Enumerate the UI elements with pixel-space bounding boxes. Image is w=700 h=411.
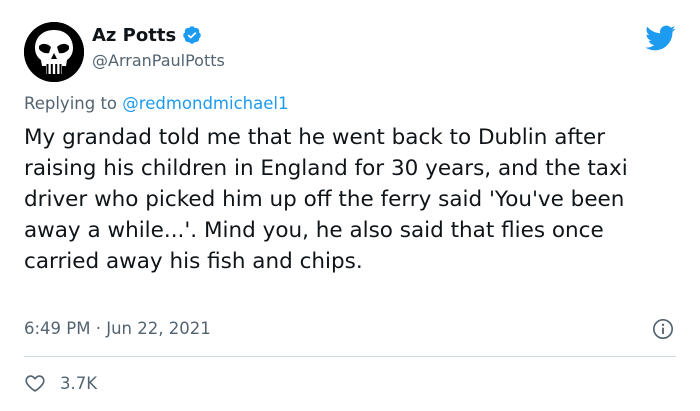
like-button[interactable]: 3.7K xyxy=(24,371,97,395)
replying-to-prefix: Replying to xyxy=(24,94,123,113)
like-count: 3.7K xyxy=(60,373,98,393)
avatar[interactable] xyxy=(24,22,84,82)
tweet-card: Az Potts @ArranPaulPotts Replying to @re… xyxy=(0,0,700,411)
punisher-skull-icon xyxy=(24,22,84,82)
info-icon[interactable] xyxy=(652,318,674,340)
divider xyxy=(24,356,676,357)
reply-mention-link[interactable]: @redmondmichael1 xyxy=(122,94,288,113)
author-name-row[interactable]: Az Potts xyxy=(92,24,202,46)
tweet-text: My grandad told me that he went back to … xyxy=(24,125,628,274)
author-handle[interactable]: @ArranPaulPotts xyxy=(92,51,225,70)
twitter-bird-icon[interactable] xyxy=(644,22,676,54)
replying-to-line: Replying to @redmondmichael1 xyxy=(24,94,288,113)
tweet-timestamp[interactable]: 6:49 PM · Jun 22, 2021 xyxy=(24,319,211,338)
verified-badge-icon xyxy=(183,26,201,44)
heart-icon[interactable] xyxy=(24,372,46,394)
display-name[interactable]: Az Potts xyxy=(92,25,176,46)
